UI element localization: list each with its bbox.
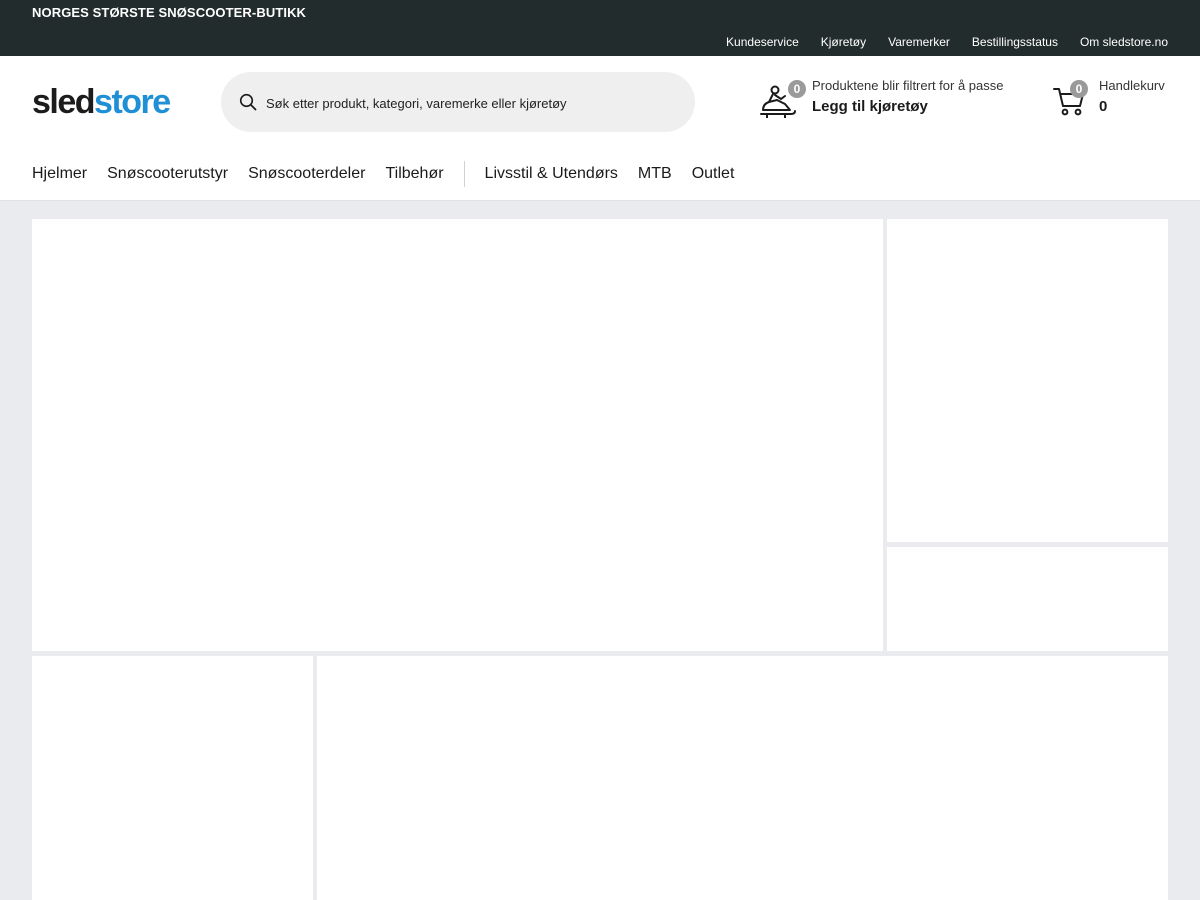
link-om-sledstore[interactable]: Om sledstore.no [1080, 35, 1168, 49]
vehicle-filter-info: Produktene blir filtrert for å passe [812, 78, 1004, 93]
hero-banner[interactable] [32, 219, 883, 651]
link-kjoretoy[interactable]: Kjøretøy [821, 35, 866, 49]
cart-label: Handlekurv [1099, 78, 1165, 93]
search-input[interactable] [264, 90, 678, 116]
link-varemerker[interactable]: Varemerker [888, 35, 950, 49]
side-banner-bottom[interactable] [887, 547, 1168, 651]
cart-count-badge: 0 [1070, 80, 1088, 98]
cart-total: 0 [1099, 98, 1108, 115]
nav-divider [463, 161, 465, 187]
site-header: sledstore 0 Produktene blir filtrert for… [0, 56, 1200, 201]
link-bestillingsstatus[interactable]: Bestillingsstatus [972, 35, 1058, 49]
logo-text-store: store [94, 83, 171, 121]
logo-text-sled: sled [32, 83, 96, 121]
nav-snoscooterdeler[interactable]: Snøscooterdeler [248, 165, 365, 183]
nav-snoscooterutstyr[interactable]: Snøscooterutstyr [107, 165, 228, 183]
add-vehicle-label: Legg til kjøretøy [812, 98, 928, 115]
search-bar[interactable] [221, 72, 695, 132]
top-links: Kundeservice Kjøretøy Varemerker Bestill… [726, 35, 1168, 49]
sledstore-logo[interactable]: sledstore [32, 82, 171, 122]
side-banner-top[interactable] [887, 219, 1168, 542]
add-vehicle-button[interactable]: 0 Produktene blir filtrert for å passe L… [757, 78, 1017, 128]
nav-hjelmer[interactable]: Hjelmer [32, 165, 87, 183]
cart-button[interactable]: 0 Handlekurv 0 [1053, 78, 1173, 128]
nav-tilbehor[interactable]: Tilbehør [385, 165, 443, 183]
promo-tile-wide[interactable] [317, 656, 1168, 900]
search-icon[interactable] [239, 93, 257, 111]
vehicle-count-badge: 0 [788, 80, 806, 98]
tagline: NORGES STØRSTE SNØSCOOTER-BUTIKK [32, 5, 307, 20]
top-bar: NORGES STØRSTE SNØSCOOTER-BUTIKK Kundese… [0, 0, 1200, 56]
nav-mtb[interactable]: MTB [638, 165, 672, 183]
nav-livsstil[interactable]: Livsstil & Utendørs [485, 165, 618, 183]
promo-tile-left[interactable] [32, 656, 313, 900]
nav-outlet[interactable]: Outlet [692, 165, 735, 183]
link-kundeservice[interactable]: Kundeservice [726, 35, 799, 49]
main-nav: Hjelmer Snøscooterutstyr Snøscooterdeler… [32, 161, 754, 187]
